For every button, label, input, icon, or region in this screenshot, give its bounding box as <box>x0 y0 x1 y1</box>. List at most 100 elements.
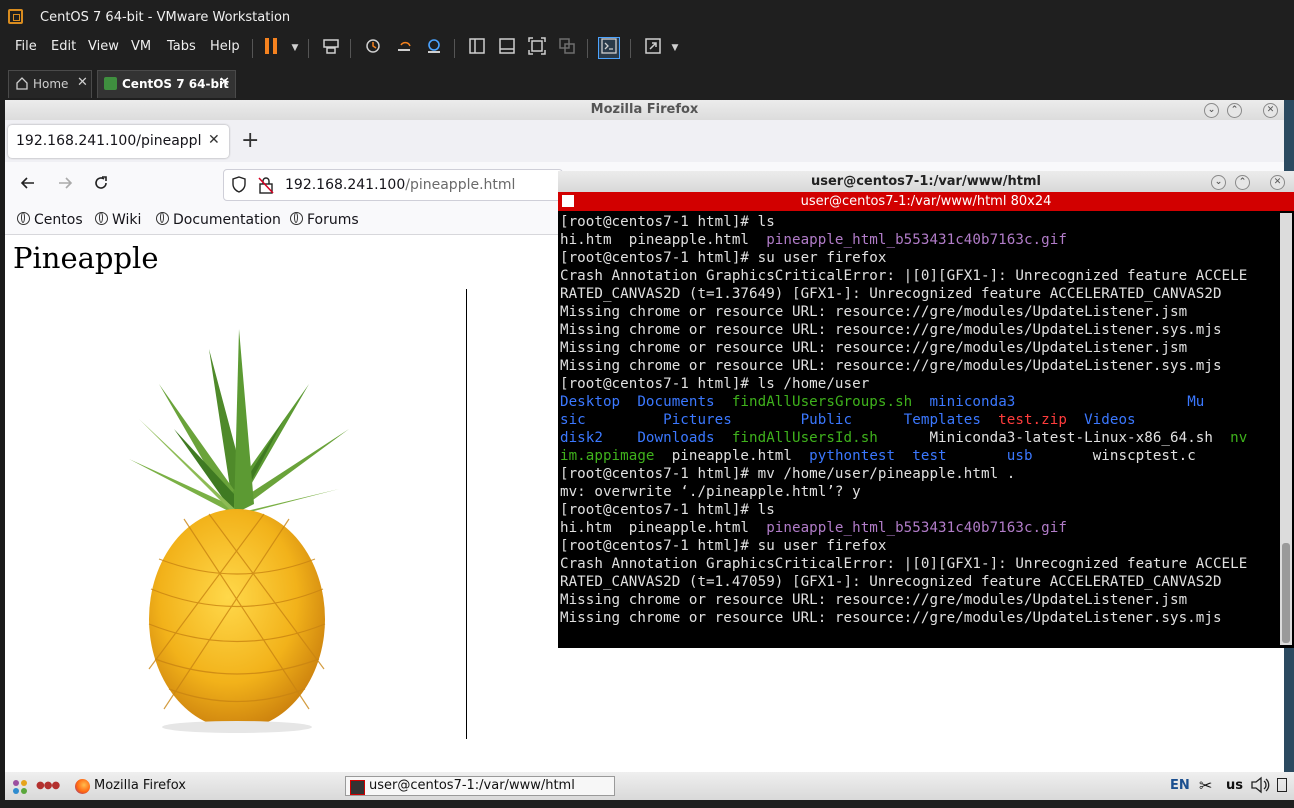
tab-pineapple[interactable]: 192.168.241.100/pineapple. ✕ <box>8 125 229 158</box>
close-icon[interactable]: ✕ <box>77 75 88 90</box>
terminal-text: findAllUsersGroups.sh <box>731 394 913 410</box>
maximize-icon[interactable]: ⌃ <box>1227 103 1242 118</box>
close-icon[interactable]: ✕ <box>208 132 220 148</box>
volume-icon[interactable] <box>1250 776 1270 796</box>
terminal-text: Crash Annotation GraphicsCriticalError: … <box>560 556 1248 572</box>
reload-icon[interactable] <box>92 174 110 196</box>
menu-view[interactable]: View <box>88 39 119 54</box>
toolbar-divider <box>308 39 309 58</box>
terminal-text: pineapple_html_b553431c40b7163c.gif <box>766 520 1067 536</box>
minimize-icon[interactable]: ⌄ <box>1211 175 1226 190</box>
terminal-line: [root@centos7-1 html]# ls <box>560 501 1276 519</box>
menu-tabs[interactable]: Tabs <box>167 39 196 54</box>
globe-icon <box>156 212 169 225</box>
terminal-text: mv: overwrite ‘./pineapple.html’? y <box>560 484 861 500</box>
url-path: /pineapple.html <box>405 177 516 193</box>
terminal-app-icon <box>562 195 574 207</box>
terminal-line: sic Pictures Public Templates test.zip V… <box>560 411 1276 429</box>
terminal-window-title: user@centos7-1:/var/www/html <box>811 174 1041 189</box>
close-icon[interactable]: ✕ <box>1270 175 1285 190</box>
unity-icon[interactable] <box>556 37 578 59</box>
globe-icon <box>95 212 108 225</box>
bookmark-label: Centos <box>34 212 83 228</box>
bookmark-documentation[interactable]: Documentation <box>156 212 281 228</box>
vmware-status-bar <box>0 800 1294 808</box>
globe-icon <box>290 212 303 225</box>
terminal-line: Missing chrome or resource URL: resource… <box>560 339 1276 357</box>
revert-snapshot-icon[interactable] <box>393 37 415 59</box>
url-host: 192.168.241.100 <box>285 177 406 193</box>
forward-icon[interactable] <box>56 174 74 196</box>
keyboard-layout-indicator[interactable]: us <box>1226 776 1243 796</box>
guest-taskbar: ●●● Mozilla Firefox user@centos7-1:/var/… <box>5 772 1294 800</box>
pause-icon[interactable] <box>260 37 282 59</box>
snapshot-manager-icon[interactable] <box>423 37 445 59</box>
new-tab-button[interactable]: + <box>241 128 259 153</box>
minimize-icon[interactable]: ⌄ <box>1204 103 1219 118</box>
terminal-text: pineapple.html <box>654 448 810 464</box>
close-icon[interactable]: ✕ <box>1263 103 1278 118</box>
task-firefox[interactable]: Mozilla Firefox <box>73 776 333 796</box>
terminal-session-title: user@centos7-1:/var/www/html 80x24 <box>800 194 1052 209</box>
vm-running-icon <box>104 77 117 90</box>
terminal-text: [root@centos7-1 html]# su user firefox <box>560 538 887 554</box>
menu-vm[interactable]: VM <box>131 39 151 54</box>
close-icon[interactable]: ✕ <box>219 75 230 90</box>
stretch-dropdown-icon[interactable]: ▼ <box>664 37 686 59</box>
terminal-output[interactable]: [root@centos7-1 html]# ls hi.htm pineappl… <box>560 213 1276 645</box>
back-icon[interactable] <box>19 174 37 196</box>
terminal-text: Missing chrome or resource URL: resource… <box>560 304 1188 320</box>
bookmark-centos[interactable]: Centos <box>17 212 83 228</box>
workspace-dots-icon[interactable]: ●●● <box>36 780 60 791</box>
menu-file[interactable]: File <box>15 39 37 54</box>
scrollbar-thumb[interactable] <box>1282 543 1290 643</box>
terminal-text: [root@centos7-1 html]# su user firefox <box>560 250 887 266</box>
bookmark-wiki[interactable]: Wiki <box>95 212 141 228</box>
terminal-text: [root@centos7-1 html]# ls <box>560 214 775 230</box>
applications-menu-icon[interactable] <box>11 778 29 800</box>
toolbar-divider <box>587 39 588 58</box>
terminal-line: disk2 Downloads findAllUsersId.sh Minico… <box>560 429 1276 447</box>
terminal-text: Missing chrome or resource URL: resource… <box>560 322 1222 338</box>
bookmark-label: Forums <box>307 212 359 228</box>
toolbar-divider <box>454 39 455 58</box>
terminal-line: [root@centos7-1 html]# mv /home/user/pin… <box>560 465 1276 483</box>
terminal-line: Crash Annotation GraphicsCriticalError: … <box>560 267 1276 285</box>
battery-icon[interactable] <box>1277 778 1287 792</box>
url-bar[interactable]: 192.168.241.100/pineapple.html <box>223 169 563 201</box>
terminal-text: disk2 Downloads <box>560 430 732 446</box>
terminal-text: hi.htm pineapple.html <box>560 520 767 536</box>
show-library-icon[interactable] <box>466 37 488 59</box>
terminal-text: Missing chrome or resource URL: resource… <box>560 592 1188 608</box>
terminal-text: Desktop Documents <box>560 394 732 410</box>
tab-centos[interactable]: CentOS 7 64-bit ✕ <box>97 70 236 98</box>
task-firefox-label: Mozilla Firefox <box>94 778 186 793</box>
power-dropdown-icon[interactable]: ▼ <box>284 37 306 59</box>
snapshot-icon[interactable] <box>362 37 384 59</box>
terminal-line: RATED_CANVAS2D (t=1.47059) [GFX1-]: Unre… <box>560 573 1276 591</box>
terminal-line: [root@centos7-1 html]# su user firefox <box>560 537 1276 555</box>
task-terminal[interactable]: user@centos7-1:/var/www/html <box>345 776 615 796</box>
send-keys-icon[interactable] <box>320 37 342 59</box>
terminal-scrollbar[interactable] <box>1280 213 1292 645</box>
terminal-text: nv <box>1230 430 1248 446</box>
url-text: 192.168.241.100/pineapple.html <box>285 177 515 193</box>
insecure-lock-icon[interactable] <box>258 176 274 198</box>
stretch-guest-icon[interactable] <box>642 37 664 59</box>
terminal-text: [root@centos7-1 html]# ls /home/user <box>560 376 870 392</box>
maximize-icon[interactable]: ⌃ <box>1235 175 1250 190</box>
thumbnail-bar-icon[interactable] <box>496 37 518 59</box>
accessibility-icon[interactable]: ✂ <box>1199 776 1212 796</box>
bookmark-forums[interactable]: Forums <box>290 212 359 228</box>
terminal-text: Miniconda3-latest-Linux-x86_64.sh <box>877 430 1231 446</box>
tab-home[interactable]: Home ✕ <box>8 70 92 98</box>
full-screen-icon[interactable] <box>526 37 548 59</box>
terminal-icon <box>350 780 365 795</box>
input-language-indicator[interactable]: EN <box>1170 776 1190 796</box>
menu-help[interactable]: Help <box>210 39 240 54</box>
tracking-shield-icon[interactable] <box>231 176 247 198</box>
terminal-text: sic Pictures Public Templates <box>560 412 999 428</box>
menu-edit[interactable]: Edit <box>51 39 76 54</box>
terminal-line: Crash Annotation GraphicsCriticalError: … <box>560 555 1276 573</box>
console-view-icon[interactable] <box>598 37 620 59</box>
